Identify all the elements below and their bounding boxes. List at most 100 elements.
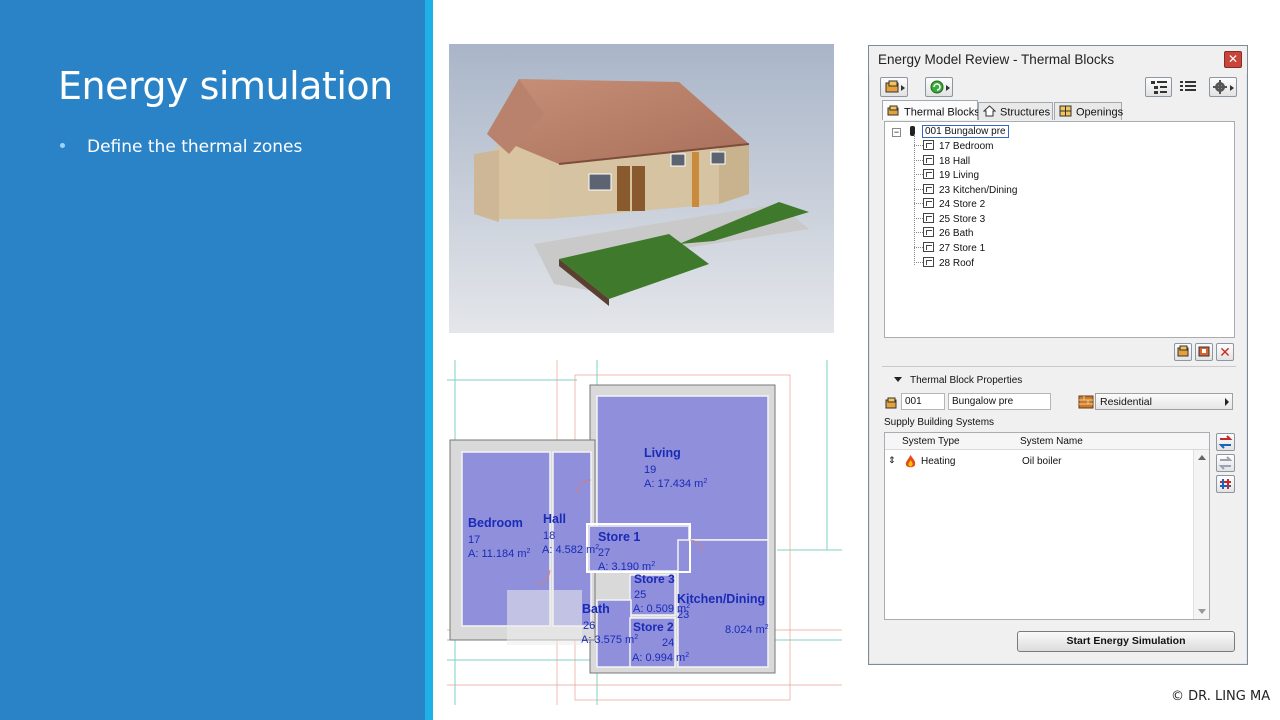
column-header-type[interactable]: System Type <box>902 436 960 447</box>
room-number: 24 <box>662 637 674 649</box>
scroll-down-icon[interactable] <box>1198 609 1206 614</box>
zone-icon <box>923 155 934 165</box>
room-name: Store 3 <box>634 572 675 586</box>
floor-plan: Living 19 A: 17.434 m2 Bedroom 17 A: 11.… <box>447 360 842 705</box>
new-block-button[interactable] <box>1174 343 1192 361</box>
settings-menu-button[interactable] <box>1209 77 1237 97</box>
room-number: 23 <box>677 609 689 621</box>
transfer-icon <box>1218 435 1233 449</box>
scroll-up-icon[interactable] <box>1198 455 1206 460</box>
system-name-cell: Oil boiler <box>1022 456 1062 467</box>
reorder-icon[interactable]: ⇕ <box>888 455 896 466</box>
tab-label: Thermal Blocks <box>904 106 980 119</box>
tree-item[interactable]: 25 Store 3 <box>923 213 985 225</box>
transfer-disabled-icon <box>1218 456 1233 470</box>
thermal-block-icon <box>887 105 900 120</box>
room-name: Bedroom <box>468 516 523 530</box>
tab-label: Openings <box>1076 106 1124 119</box>
tree-item-label: 25 Store 3 <box>939 214 986 225</box>
zone-icon <box>923 169 934 179</box>
tab-thermal-blocks[interactable]: Thermal Blocks <box>882 100 980 120</box>
dialog-titlebar[interactable]: Energy Model Review - Thermal Blocks ✕ <box>869 46 1247 74</box>
tab-label: Structures <box>1000 106 1051 119</box>
thermal-block-tree[interactable]: − 001 Bungalow pre 17 Bedroom 18 Hall 19… <box>884 121 1235 338</box>
tab-structures[interactable]: Structures <box>978 102 1053 120</box>
title-panel <box>0 0 425 720</box>
zone-icon <box>923 257 934 267</box>
tree-item[interactable]: 27 Store 1 <box>923 242 985 254</box>
close-icon[interactable]: ✕ <box>1224 51 1242 68</box>
slide-title: Energy simulation <box>58 64 393 108</box>
tree-item-label: 23 Kitchen/Dining <box>939 185 1018 196</box>
zone-icon <box>923 140 934 150</box>
properties-header[interactable]: Thermal Block Properties <box>894 375 1022 386</box>
room-name: Kitchen/Dining <box>677 592 765 606</box>
window-icon <box>1059 105 1072 120</box>
energy-model-dialog: Energy Model Review - Thermal Blocks ✕ T… <box>868 45 1248 665</box>
room-number: 19 <box>644 464 656 476</box>
supply-systems-table[interactable]: System Type System Name ⇕ Heating Oil bo… <box>884 432 1210 620</box>
dialog-title: Energy Model Review - Thermal Blocks <box>878 52 1115 67</box>
tree-item[interactable]: 24 Store 2 <box>923 198 985 210</box>
chevron-down-icon <box>894 377 902 382</box>
tree-item-label: 19 Living <box>939 170 980 181</box>
table-header: System Type System Name <box>885 433 1209 450</box>
tree-item-label: 24 Store 2 <box>939 199 986 210</box>
merge-block-icon <box>1198 346 1210 357</box>
start-energy-simulation-button[interactable]: Start Energy Simulation <box>1017 631 1235 652</box>
new-block-icon <box>1177 345 1189 357</box>
tree-root-label: 001 Bungalow pre <box>922 125 1009 138</box>
house-icon <box>982 105 997 120</box>
block-name-field[interactable]: Bungalow pre <box>948 393 1051 410</box>
refresh-menu-button[interactable] <box>925 77 953 97</box>
swap-icon <box>1220 479 1231 489</box>
floor-plan-drawing: Living 19 A: 17.434 m2 Bedroom 17 A: 11.… <box>447 360 842 705</box>
delete-block-button[interactable]: ✕ <box>1216 343 1234 361</box>
tree-item-label: 18 Hall <box>939 156 971 167</box>
tree-item[interactable]: 28 Roof <box>923 257 974 269</box>
add-system-button[interactable] <box>1216 433 1235 451</box>
building-type-select[interactable]: Residential <box>1095 393 1233 410</box>
tree-item-label: 26 Bath <box>939 228 974 239</box>
tree-item[interactable]: 17 Bedroom <box>923 140 993 152</box>
chevron-right-icon <box>1225 398 1229 406</box>
tree-item-label: 17 Bedroom <box>939 141 994 152</box>
bullet-text: Define the thermal zones <box>87 137 303 157</box>
room-name: Store 1 <box>598 530 640 544</box>
room-name: Bath <box>582 602 610 616</box>
accent-stripe <box>425 0 433 720</box>
tree-item[interactable]: 26 Bath <box>923 227 973 239</box>
thermal-block-menu-button[interactable] <box>880 77 908 97</box>
tree-item[interactable]: 18 Hall <box>923 155 970 167</box>
room-number: 27 <box>598 547 610 559</box>
table-scrollbar[interactable] <box>1193 450 1209 619</box>
room-area: 8.024 m2 <box>725 624 769 636</box>
column-header-name[interactable]: System Name <box>1020 436 1083 447</box>
block-id-field[interactable]: 001 <box>901 393 945 410</box>
zone-icon <box>923 184 934 194</box>
room-name: Living <box>644 446 681 460</box>
tree-view-icon <box>1151 81 1167 94</box>
table-row[interactable]: ⇕ Heating Oil boiler <box>885 453 1185 471</box>
tree-item[interactable]: 23 Kitchen/Dining <box>923 184 1017 196</box>
edit-system-button[interactable] <box>1216 454 1235 472</box>
brick-icon <box>1078 395 1094 409</box>
collapse-toggle[interactable]: − <box>892 128 901 137</box>
copyright-text: © DR. LING MA <box>1171 689 1271 704</box>
tree-view-button[interactable] <box>1145 77 1172 97</box>
list-view-icon <box>1180 81 1196 91</box>
zone-icon <box>923 213 934 223</box>
room-area: A: 4.582 m2 <box>542 544 599 556</box>
list-view-button[interactable] <box>1179 79 1199 95</box>
building-type-value: Residential <box>1100 396 1152 408</box>
merge-block-button[interactable] <box>1195 343 1213 361</box>
swap-system-button[interactable] <box>1216 475 1235 493</box>
bullet-dot-icon <box>60 142 65 148</box>
tab-openings[interactable]: Openings <box>1054 102 1124 120</box>
tree-root[interactable]: 001 Bungalow pre <box>922 125 1009 138</box>
zone-icon <box>923 242 934 252</box>
tree-item[interactable]: 19 Living <box>923 169 979 181</box>
supply-header: Supply Building Systems <box>884 417 995 428</box>
room-number: 26 <box>583 620 595 632</box>
tree-item-label: 27 Store 1 <box>939 243 986 254</box>
